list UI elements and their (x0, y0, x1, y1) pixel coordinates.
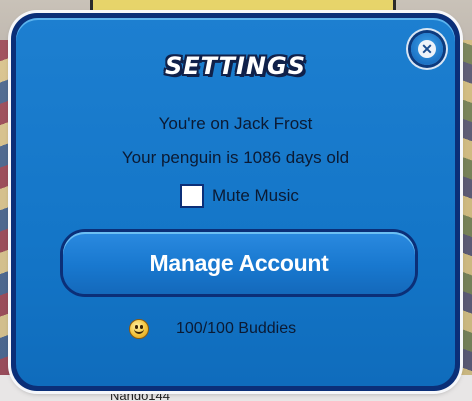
close-icon: ✕ (418, 40, 436, 58)
settings-window-body: SETTINGS ✕ You're on Jack Frost Your pen… (16, 18, 455, 386)
manage-account-label: Manage Account (149, 249, 329, 276)
settings-title: SETTINGS (165, 52, 306, 80)
mute-music-checkbox[interactable] (180, 184, 204, 208)
mute-music-row: Mute Music (180, 184, 299, 208)
penguin-age-info: Your penguin is 1086 days old (121, 148, 350, 167)
buddies-row: 100/100 Buddies (129, 319, 296, 339)
server-info: You're on Jack Frost (158, 114, 313, 133)
close-button[interactable]: ✕ (411, 33, 443, 65)
buddies-count: 100/100 Buddies (176, 320, 297, 337)
manage-account-button[interactable]: Manage Account (63, 232, 415, 294)
mute-music-label: Mute Music (212, 186, 299, 205)
settings-window: SETTINGS ✕ You're on Jack Frost Your pen… (11, 13, 460, 391)
smiley-face-icon (129, 319, 149, 339)
